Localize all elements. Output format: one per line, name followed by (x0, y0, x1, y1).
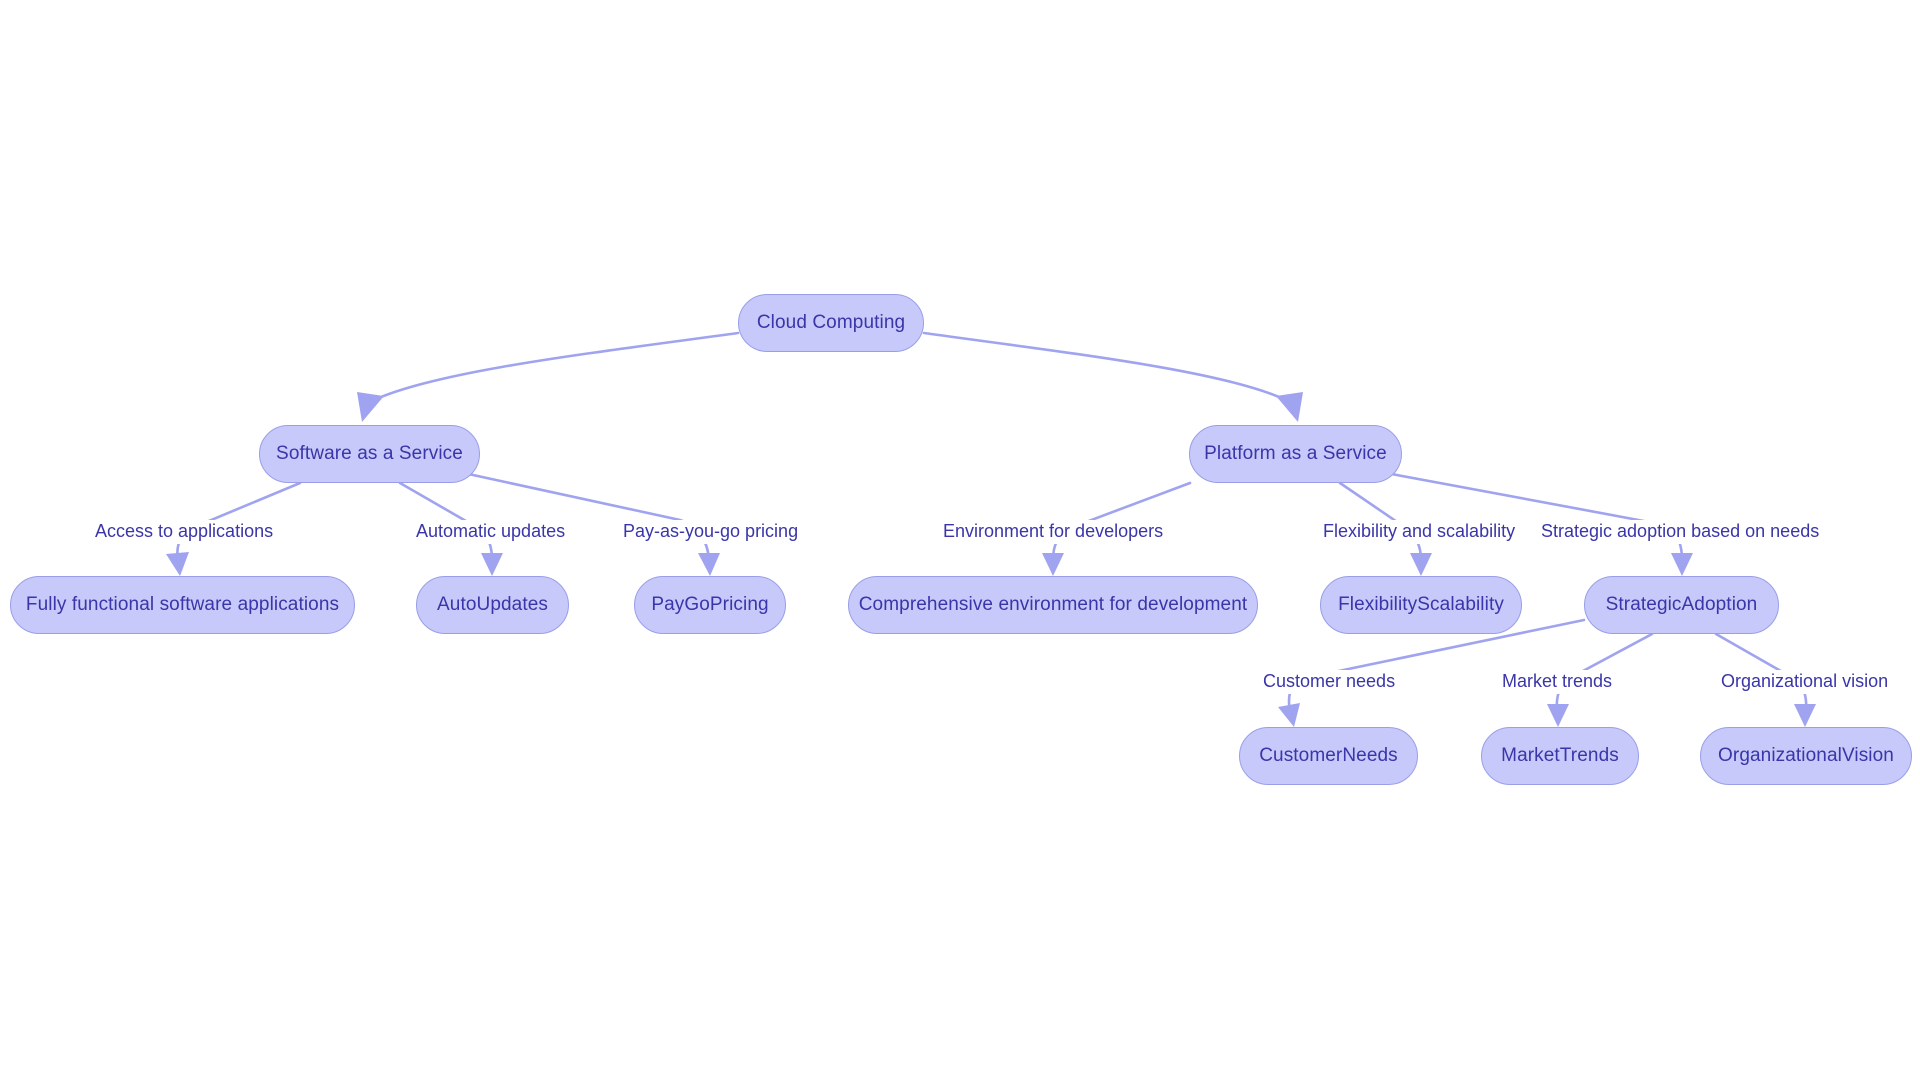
node-label: FlexibilityScalability (1338, 593, 1504, 615)
node-pay-go-pricing[interactable]: PayGoPricing (634, 576, 786, 634)
edge-saas-to-pay-go-pricing (448, 468, 711, 562)
arrowhead-paas-to-comprehensive-env (1042, 553, 1064, 576)
node-label: AutoUpdates (437, 593, 548, 615)
arrowhead-paas-to-flexibility-scalability (1410, 553, 1432, 576)
node-comprehensive-environment[interactable]: Comprehensive environment for developmen… (848, 576, 1258, 634)
edge-label-strategic-adoption-based-on-needs: Strategic adoption based on needs (1538, 520, 1823, 544)
node-organizational-vision[interactable]: OrganizationalVision (1700, 727, 1912, 785)
node-flexibility-scalability[interactable]: FlexibilityScalability (1320, 576, 1522, 634)
node-label: MarketTrends (1501, 744, 1619, 766)
node-software-as-a-service[interactable]: Software as a Service (259, 425, 480, 483)
node-label: Software as a Service (276, 442, 463, 464)
node-customer-needs[interactable]: CustomerNeeds (1239, 727, 1418, 785)
arrowhead-cloud-to-saas (357, 392, 384, 422)
node-strategic-adoption[interactable]: StrategicAdoption (1584, 576, 1779, 634)
arrowhead-cloud-to-paas (1276, 392, 1303, 422)
node-label: Comprehensive environment for developmen… (858, 593, 1248, 615)
edge-label-environment-for-developers: Environment for developers (940, 520, 1167, 544)
arrowhead-strategic-to-organizational-vision (1794, 704, 1816, 727)
node-fully-functional-software-applications[interactable]: Fully functional software applications (10, 576, 355, 634)
node-label: StrategicAdoption (1605, 593, 1758, 615)
arrowhead-paas-to-strategic-adoption (1671, 553, 1693, 576)
arrowhead-strategic-to-market-trends (1547, 704, 1569, 727)
edge-paas-to-strategic-adoption (1368, 468, 1684, 562)
arrowhead-saas-to-pay-go-pricing (698, 553, 720, 576)
node-label: PayGoPricing (651, 593, 769, 615)
flowchart-canvas: Cloud Computing Software as a Service Pl… (0, 0, 1920, 1080)
node-label: CustomerNeeds (1259, 744, 1398, 766)
node-platform-as-a-service[interactable]: Platform as a Service (1189, 425, 1402, 483)
node-auto-updates[interactable]: AutoUpdates (416, 576, 569, 634)
edge-cloud-to-saas (372, 331, 740, 402)
node-label: Fully functional software applications (25, 593, 340, 615)
node-cloud-computing[interactable]: Cloud Computing (738, 294, 924, 352)
node-label: Platform as a Service (1204, 442, 1387, 464)
edge-cloud-to-paas (922, 331, 1288, 402)
edge-label-pay-as-you-go-pricing: Pay-as-you-go pricing (620, 520, 802, 544)
node-market-trends[interactable]: MarketTrends (1481, 727, 1639, 785)
edge-label-access-to-applications: Access to applications (92, 520, 277, 544)
edge-label-market-trends: Market trends (1499, 670, 1616, 694)
arrowhead-saas-to-fully-functional (166, 552, 189, 576)
edge-label-organizational-vision: Organizational vision (1718, 670, 1892, 694)
arrowhead-strategic-to-customer-needs (1278, 703, 1300, 727)
node-label: Cloud Computing (756, 311, 906, 333)
arrowhead-saas-to-auto-updates (481, 553, 503, 576)
edge-label-automatic-updates: Automatic updates (413, 520, 569, 544)
edge-label-flexibility-and-scalability: Flexibility and scalability (1320, 520, 1519, 544)
edge-label-customer-needs: Customer needs (1260, 670, 1399, 694)
node-label: OrganizationalVision (1718, 744, 1894, 766)
